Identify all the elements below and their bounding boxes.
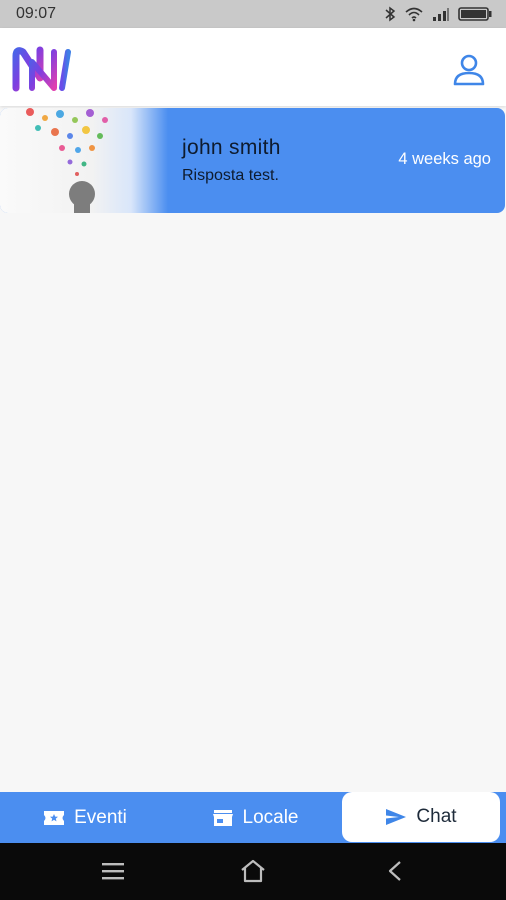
send-icon	[386, 809, 407, 825]
chat-thumbnail	[0, 108, 168, 213]
ticket-icon	[44, 810, 65, 825]
nav-label-chat: Chat	[416, 806, 457, 827]
status-time: 09:07	[16, 5, 57, 22]
signal-icon	[433, 8, 449, 21]
menu-icon	[102, 863, 124, 880]
home-icon	[241, 859, 265, 883]
nav-label-eventi: Eventi	[74, 806, 127, 828]
wifi-icon	[405, 7, 423, 22]
nav-item-eventi[interactable]: Eventi	[0, 792, 170, 843]
back-icon	[388, 861, 401, 881]
bluetooth-icon	[385, 6, 396, 22]
menu-button[interactable]	[98, 857, 128, 885]
system-navigation-bar	[0, 843, 506, 900]
app-bar	[0, 28, 506, 106]
user-icon	[453, 54, 485, 86]
back-button[interactable]	[380, 857, 410, 885]
chat-timestamp: 4 weeks ago	[398, 150, 491, 168]
battery-icon	[458, 7, 492, 21]
profile-button[interactable]	[449, 50, 489, 90]
status-icons	[384, 6, 492, 22]
nt-logo-icon[interactable]	[12, 44, 93, 92]
store-icon	[212, 809, 233, 826]
nav-item-chat[interactable]: Chat	[342, 792, 500, 842]
nav-label-locale: Locale	[242, 806, 299, 828]
chat-last-message: Risposta test.	[182, 167, 279, 184]
home-button[interactable]	[238, 857, 268, 885]
nav-item-locale[interactable]: Locale	[170, 792, 340, 843]
bottom-navigation: Eventi Locale Chat	[0, 792, 506, 843]
chat-contact-name: john smith	[182, 136, 281, 159]
status-bar: 09:07	[0, 0, 506, 28]
